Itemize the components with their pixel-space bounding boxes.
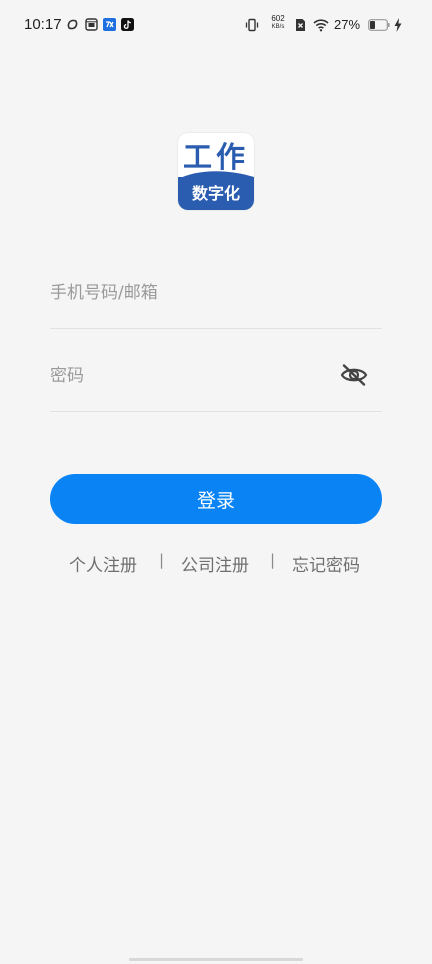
network-speed-value: 602 [271, 14, 285, 23]
personal-register-link[interactable]: 个人注册 [69, 551, 137, 576]
sim-card-icon [85, 18, 98, 31]
link-separator: | [159, 551, 165, 569]
auth-links: 个人注册 | 公司注册 | 忘记密码 [0, 549, 432, 577]
status-bar: 10:17 602 KB/s 27% [0, 0, 432, 52]
login-screen: 10:17 602 KB/s 27% 工作 数字化 手机号码/邮箱 登录 个人注… [0, 0, 432, 964]
vibrate-icon [245, 18, 259, 32]
network-speed-unit: KB/s [271, 24, 285, 30]
forgot-password-link[interactable]: 忘记密码 [292, 551, 360, 576]
app-notification-icon [103, 18, 116, 31]
company-register-link[interactable]: 公司注册 [181, 551, 249, 576]
account-field [50, 268, 382, 329]
sync-icon [67, 19, 78, 30]
wifi-icon [313, 19, 329, 32]
logo-bottom-text: 数字化 [191, 184, 240, 203]
battery-percent: 27% [334, 17, 361, 32]
home-indicator[interactable] [129, 958, 303, 961]
password-input[interactable] [50, 361, 330, 391]
battery-icon [368, 19, 390, 31]
charging-icon [394, 18, 402, 32]
account-input[interactable] [50, 278, 330, 308]
password-field [50, 351, 382, 412]
app-logo: 工作 数字化 [178, 133, 254, 210]
status-time: 10:17 [24, 16, 62, 33]
tiktok-icon [121, 18, 134, 31]
link-separator: | [270, 551, 276, 569]
login-button[interactable]: 登录 [50, 474, 382, 524]
no-sim-icon [296, 19, 305, 31]
eye-slash-icon[interactable] [340, 363, 368, 387]
network-speed: 602 KB/s [268, 14, 288, 32]
